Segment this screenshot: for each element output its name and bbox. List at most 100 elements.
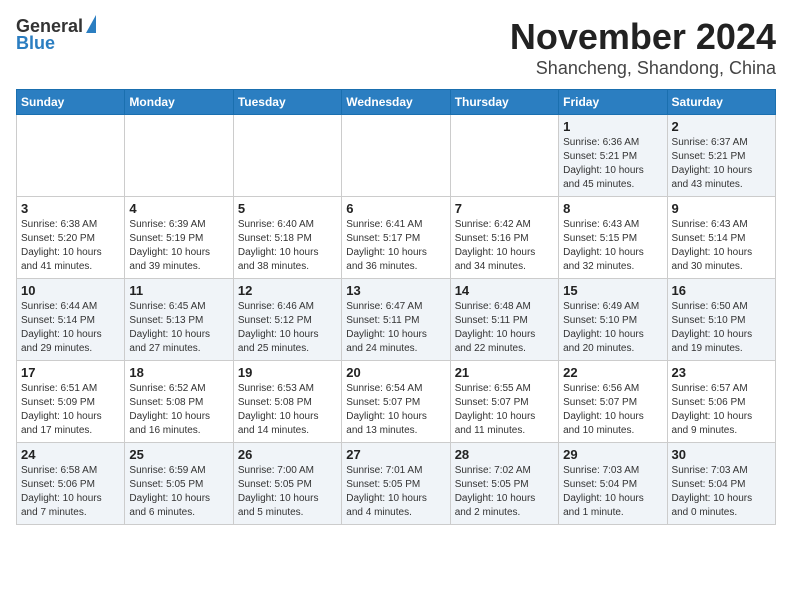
day-info: Sunrise: 6:38 AM Sunset: 5:20 PM Dayligh… bbox=[21, 218, 120, 274]
day-number: 30 bbox=[672, 447, 771, 462]
day-number: 29 bbox=[563, 447, 662, 462]
calendar-week-row: 10 Sunrise: 6:44 AM Sunset: 5:14 PM Dayli… bbox=[17, 279, 776, 361]
day-number: 19 bbox=[238, 365, 337, 380]
calendar-cell: 4 Sunrise: 6:39 AM Sunset: 5:19 PM Daylig… bbox=[125, 197, 233, 279]
calendar-cell: 6 Sunrise: 6:41 AM Sunset: 5:17 PM Daylig… bbox=[342, 197, 450, 279]
calendar-cell: 20 Sunrise: 6:54 AM Sunset: 5:07 PM Dayli… bbox=[342, 361, 450, 443]
day-info: Sunrise: 6:55 AM Sunset: 5:07 PM Dayligh… bbox=[455, 382, 554, 438]
day-number: 2 bbox=[672, 119, 771, 134]
day-info: Sunrise: 6:36 AM Sunset: 5:21 PM Dayligh… bbox=[563, 136, 662, 192]
day-info: Sunrise: 6:48 AM Sunset: 5:11 PM Dayligh… bbox=[455, 300, 554, 356]
calendar-cell bbox=[125, 115, 233, 197]
day-number: 3 bbox=[21, 201, 120, 216]
calendar-cell: 26 Sunrise: 7:00 AM Sunset: 5:05 PM Dayli… bbox=[233, 443, 341, 525]
day-number: 23 bbox=[672, 365, 771, 380]
calendar-cell: 21Sunrise: 6:55 AM Sunset: 5:07 PM Dayli… bbox=[450, 361, 558, 443]
weekday-header-sunday: Sunday bbox=[17, 90, 125, 115]
calendar-cell bbox=[450, 115, 558, 197]
day-number: 4 bbox=[129, 201, 228, 216]
day-number: 5 bbox=[238, 201, 337, 216]
calendar-cell bbox=[342, 115, 450, 197]
day-info: Sunrise: 6:45 AM Sunset: 5:13 PM Dayligh… bbox=[129, 300, 228, 356]
day-info: Sunrise: 6:58 AM Sunset: 5:06 PM Dayligh… bbox=[21, 464, 120, 520]
day-info: Sunrise: 6:52 AM Sunset: 5:08 PM Dayligh… bbox=[129, 382, 228, 438]
day-info: Sunrise: 6:47 AM Sunset: 5:11 PM Dayligh… bbox=[346, 300, 445, 356]
calendar-cell: 9Sunrise: 6:43 AM Sunset: 5:14 PM Daylig… bbox=[667, 197, 775, 279]
day-info: Sunrise: 7:02 AM Sunset: 5:05 PM Dayligh… bbox=[455, 464, 554, 520]
month-title: November 2024 bbox=[510, 16, 776, 58]
weekday-header-wednesday: Wednesday bbox=[342, 90, 450, 115]
weekday-header-friday: Friday bbox=[559, 90, 667, 115]
day-info: Sunrise: 6:42 AM Sunset: 5:16 PM Dayligh… bbox=[455, 218, 554, 274]
day-number: 18 bbox=[129, 365, 228, 380]
calendar-cell: 15Sunrise: 6:49 AM Sunset: 5:10 PM Dayli… bbox=[559, 279, 667, 361]
calendar-cell: 27Sunrise: 7:01 AM Sunset: 5:05 PM Dayli… bbox=[342, 443, 450, 525]
day-info: Sunrise: 6:41 AM Sunset: 5:17 PM Dayligh… bbox=[346, 218, 445, 274]
title-block: November 2024 Shancheng, Shandong, China bbox=[510, 16, 776, 79]
page-header: General Blue November 2024 Shancheng, Sh… bbox=[16, 16, 776, 79]
calendar-body: 1 Sunrise: 6:36 AM Sunset: 5:21 PM Daylig… bbox=[17, 115, 776, 525]
calendar-week-row: 24 Sunrise: 6:58 AM Sunset: 5:06 PM Dayli… bbox=[17, 443, 776, 525]
day-info: Sunrise: 7:03 AM Sunset: 5:04 PM Dayligh… bbox=[672, 464, 771, 520]
day-info: Sunrise: 6:43 AM Sunset: 5:14 PM Dayligh… bbox=[672, 218, 771, 274]
weekday-header-thursday: Thursday bbox=[450, 90, 558, 115]
day-info: Sunrise: 6:53 AM Sunset: 5:08 PM Dayligh… bbox=[238, 382, 337, 438]
calendar-week-row: 17Sunrise: 6:51 AM Sunset: 5:09 PM Dayli… bbox=[17, 361, 776, 443]
calendar-cell: 7 Sunrise: 6:42 AM Sunset: 5:16 PM Daylig… bbox=[450, 197, 558, 279]
day-number: 10 bbox=[21, 283, 120, 298]
day-number: 24 bbox=[21, 447, 120, 462]
day-info: Sunrise: 6:40 AM Sunset: 5:18 PM Dayligh… bbox=[238, 218, 337, 274]
calendar-cell: 25 Sunrise: 6:59 AM Sunset: 5:05 PM Dayli… bbox=[125, 443, 233, 525]
day-info: Sunrise: 6:56 AM Sunset: 5:07 PM Dayligh… bbox=[563, 382, 662, 438]
calendar-cell bbox=[233, 115, 341, 197]
calendar-cell: 14 Sunrise: 6:48 AM Sunset: 5:11 PM Dayli… bbox=[450, 279, 558, 361]
day-info: Sunrise: 6:46 AM Sunset: 5:12 PM Dayligh… bbox=[238, 300, 337, 356]
day-info: Sunrise: 6:50 AM Sunset: 5:10 PM Dayligh… bbox=[672, 300, 771, 356]
day-number: 28 bbox=[455, 447, 554, 462]
day-info: Sunrise: 7:00 AM Sunset: 5:05 PM Dayligh… bbox=[238, 464, 337, 520]
weekday-header-saturday: Saturday bbox=[667, 90, 775, 115]
day-info: Sunrise: 6:39 AM Sunset: 5:19 PM Dayligh… bbox=[129, 218, 228, 274]
calendar-cell: 1 Sunrise: 6:36 AM Sunset: 5:21 PM Daylig… bbox=[559, 115, 667, 197]
day-info: Sunrise: 6:44 AM Sunset: 5:14 PM Dayligh… bbox=[21, 300, 120, 356]
day-number: 6 bbox=[346, 201, 445, 216]
weekday-header-tuesday: Tuesday bbox=[233, 90, 341, 115]
day-info: Sunrise: 6:54 AM Sunset: 5:07 PM Dayligh… bbox=[346, 382, 445, 438]
calendar-cell: 28 Sunrise: 7:02 AM Sunset: 5:05 PM Dayli… bbox=[450, 443, 558, 525]
day-number: 1 bbox=[563, 119, 662, 134]
calendar-cell: 11 Sunrise: 6:45 AM Sunset: 5:13 PM Dayli… bbox=[125, 279, 233, 361]
calendar-cell: 13 Sunrise: 6:47 AM Sunset: 5:11 PM Dayli… bbox=[342, 279, 450, 361]
day-number: 20 bbox=[346, 365, 445, 380]
weekday-header-monday: Monday bbox=[125, 90, 233, 115]
calendar-cell: 10 Sunrise: 6:44 AM Sunset: 5:14 PM Dayli… bbox=[17, 279, 125, 361]
day-number: 7 bbox=[455, 201, 554, 216]
day-info: Sunrise: 6:57 AM Sunset: 5:06 PM Dayligh… bbox=[672, 382, 771, 438]
day-number: 25 bbox=[129, 447, 228, 462]
day-info: Sunrise: 6:37 AM Sunset: 5:21 PM Dayligh… bbox=[672, 136, 771, 192]
calendar-cell: 29 Sunrise: 7:03 AM Sunset: 5:04 PM Dayli… bbox=[559, 443, 667, 525]
calendar-week-row: 3 Sunrise: 6:38 AM Sunset: 5:20 PM Daylig… bbox=[17, 197, 776, 279]
day-info: Sunrise: 6:59 AM Sunset: 5:05 PM Dayligh… bbox=[129, 464, 228, 520]
day-number: 11 bbox=[129, 283, 228, 298]
calendar-cell: 16 Sunrise: 6:50 AM Sunset: 5:10 PM Dayli… bbox=[667, 279, 775, 361]
day-number: 26 bbox=[238, 447, 337, 462]
calendar-cell: 19 Sunrise: 6:53 AM Sunset: 5:08 PM Dayli… bbox=[233, 361, 341, 443]
day-info: Sunrise: 6:43 AM Sunset: 5:15 PM Dayligh… bbox=[563, 218, 662, 274]
calendar-cell: 18 Sunrise: 6:52 AM Sunset: 5:08 PM Dayli… bbox=[125, 361, 233, 443]
day-number: 22 bbox=[563, 365, 662, 380]
calendar-table: SundayMondayTuesdayWednesdayThursdayFrid… bbox=[16, 89, 776, 525]
logo: General Blue bbox=[16, 16, 96, 54]
calendar-week-row: 1 Sunrise: 6:36 AM Sunset: 5:21 PM Daylig… bbox=[17, 115, 776, 197]
calendar-cell: 23 Sunrise: 6:57 AM Sunset: 5:06 PM Dayli… bbox=[667, 361, 775, 443]
day-info: Sunrise: 7:03 AM Sunset: 5:04 PM Dayligh… bbox=[563, 464, 662, 520]
location-title: Shancheng, Shandong, China bbox=[510, 58, 776, 79]
logo-triangle-icon bbox=[86, 15, 96, 33]
day-number: 13 bbox=[346, 283, 445, 298]
day-number: 14 bbox=[455, 283, 554, 298]
calendar-header-row: SundayMondayTuesdayWednesdayThursdayFrid… bbox=[17, 90, 776, 115]
calendar-cell: 17Sunrise: 6:51 AM Sunset: 5:09 PM Dayli… bbox=[17, 361, 125, 443]
logo-blue-text: Blue bbox=[16, 33, 55, 54]
day-number: 16 bbox=[672, 283, 771, 298]
day-number: 27 bbox=[346, 447, 445, 462]
calendar-cell bbox=[17, 115, 125, 197]
